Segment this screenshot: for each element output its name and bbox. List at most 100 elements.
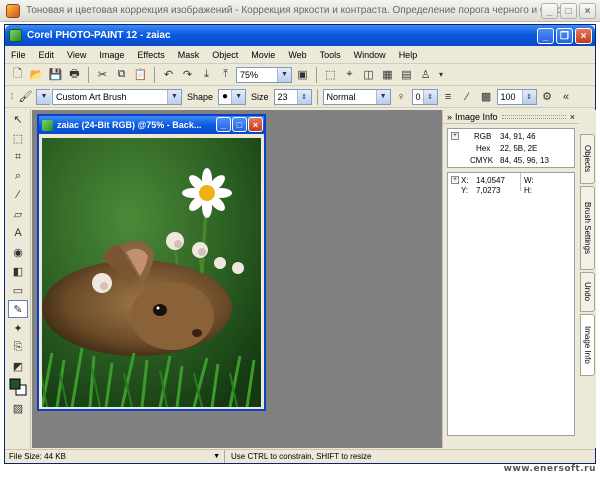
app-window-controls: _ ❐ × — [537, 28, 592, 44]
brush-preset-icon[interactable]: 🖌 — [17, 88, 34, 105]
menu-effects[interactable]: Effects — [137, 50, 164, 60]
x-value: 14,0547 — [476, 176, 505, 185]
grid-icon[interactable]: ▦ — [379, 66, 396, 83]
menu-mask[interactable]: Mask — [178, 50, 200, 60]
toolbox: ↖ ⬚ ⌗ ⌕ ⁄ ▱ A ◉ ◧ ▭ ✎ ✦ ⎘ ◩ ▨ — [5, 109, 31, 449]
chevron-down-icon[interactable]: ▼ — [231, 89, 246, 104]
y-label: Y: — [461, 186, 469, 195]
docker-toggle-icon[interactable]: « — [558, 88, 575, 105]
divider — [520, 173, 521, 191]
maximize-icon[interactable]: □ — [560, 3, 577, 19]
zoom-combo[interactable]: 75% ▼ — [236, 66, 292, 83]
eraser-tool-icon[interactable]: ▱ — [8, 205, 28, 223]
paint-tool-icon[interactable]: ✎ — [8, 300, 28, 318]
app-restore-icon[interactable]: ❐ — [556, 28, 573, 44]
tab-image-info[interactable]: Image Info — [580, 314, 595, 376]
app-close-icon[interactable]: × — [575, 28, 592, 44]
separator — [154, 66, 155, 83]
stroke-attributes-icon[interactable]: ≡ — [440, 88, 457, 105]
menu-movie[interactable]: Movie — [251, 50, 275, 60]
menu-window[interactable]: Window — [354, 50, 386, 60]
undo-icon[interactable]: ↶ — [160, 66, 177, 83]
open-icon[interactable]: 📂 — [28, 66, 45, 83]
menu-tools[interactable]: Tools — [320, 50, 341, 60]
clone-tool-icon[interactable]: ⎘ — [8, 338, 28, 356]
stepper-icon[interactable]: ⇕ — [422, 89, 437, 104]
print-icon[interactable]: 🖶 — [66, 66, 83, 83]
pick-tool-icon[interactable]: ↖ — [8, 110, 28, 128]
chevron-down-icon[interactable]: ▼ — [375, 89, 390, 104]
document-minimize-icon[interactable]: _ — [216, 117, 231, 132]
save-icon[interactable]: 💾 — [47, 66, 64, 83]
rgb-value: 34, 91, 46 — [500, 132, 536, 141]
toolbar-more-icon[interactable]: ▾ — [436, 66, 446, 83]
y-value: 7,0273 — [476, 186, 501, 195]
rulers-icon[interactable]: ▤ — [398, 66, 415, 83]
menu-object[interactable]: Object — [212, 50, 238, 60]
docker-close-icon[interactable]: × — [570, 112, 575, 122]
units-icon[interactable]: + — [451, 176, 459, 184]
color-swatches-icon[interactable] — [8, 376, 28, 398]
interactive-fill-tool-icon[interactable]: ◩ — [8, 357, 28, 375]
export-icon[interactable]: ⤒ — [217, 66, 234, 83]
red-eye-tool-icon[interactable]: ◉ — [8, 243, 28, 261]
document-title-bar[interactable]: zaiac (24-Bit RGB) @75% - Back... _ □ × — [39, 116, 264, 134]
eyedropper-tool-icon[interactable]: ⁄ — [8, 186, 28, 204]
crop-tool-icon[interactable]: ⌗ — [8, 148, 28, 166]
stepper-icon[interactable]: ⇕ — [521, 89, 536, 104]
rabbit-photo[interactable] — [42, 138, 261, 407]
zoom-tool-icon[interactable]: ⌕ — [8, 167, 28, 185]
size-input[interactable]: 23 ⇕ — [273, 88, 312, 105]
property-bar: ⁞ 🖌 ▼ Custom Art Brush ▼ Shape ● ▼ Size … — [5, 86, 595, 108]
stepper-icon[interactable]: ⇕ — [296, 89, 311, 104]
mask-overlay-icon[interactable]: ◫ — [360, 66, 377, 83]
status-dropdown-icon[interactable]: ▼ — [213, 453, 220, 460]
tab-brush-settings[interactable]: Brush Settings — [580, 186, 595, 270]
rectangle-tool-icon[interactable]: ▭ — [8, 281, 28, 299]
copy-icon[interactable]: ⧉ — [113, 66, 130, 83]
docker-pin-icon[interactable]: » — [447, 112, 452, 122]
zoom-fit-icon[interactable]: ▣ — [294, 66, 311, 83]
brush-preset-dropdown[interactable]: ▼ — [36, 88, 51, 105]
color-mode-icon[interactable]: + — [451, 132, 459, 140]
effect-tool-icon[interactable]: ✦ — [8, 319, 28, 337]
object-picker-icon[interactable]: ⌖ — [341, 66, 358, 83]
application-launcher-icon[interactable]: ♙ — [417, 66, 434, 83]
close-icon[interactable]: × — [579, 3, 596, 19]
chevron-down-icon[interactable]: ▼ — [277, 67, 291, 82]
docker-header[interactable]: » Image Info × — [443, 110, 579, 124]
paste-icon[interactable]: 📋 — [132, 66, 149, 83]
opacity-input[interactable]: 100 ⇕ — [496, 88, 537, 105]
redo-icon[interactable]: ↷ — [179, 66, 196, 83]
tab-objects[interactable]: Objects — [580, 134, 595, 184]
document-maximize-icon[interactable]: □ — [232, 117, 247, 132]
chevron-down-icon[interactable]: ▼ — [167, 89, 181, 104]
tab-undo[interactable]: Undo — [580, 272, 595, 312]
import-icon[interactable]: ⤓ — [198, 66, 215, 83]
fill-tool-icon[interactable]: ◧ — [8, 262, 28, 280]
menu-edit[interactable]: Edit — [39, 50, 55, 60]
merge-mode-combo[interactable]: Normal ▼ — [322, 88, 391, 105]
cut-icon[interactable]: ✂ — [94, 66, 111, 83]
app-minimize-icon[interactable]: _ — [537, 28, 554, 44]
document-close-icon[interactable]: × — [248, 117, 263, 132]
watermark: www.enersoft.ru — [503, 464, 596, 474]
chevron-down-icon[interactable]: ▼ — [37, 89, 51, 104]
menu-image[interactable]: Image — [99, 50, 124, 60]
text-tool-icon[interactable]: A — [8, 224, 28, 242]
mask-marquee-icon[interactable]: ⬚ — [322, 66, 339, 83]
minimize-icon[interactable]: _ — [541, 3, 558, 19]
menu-view[interactable]: View — [67, 50, 86, 60]
menu-file[interactable]: File — [11, 50, 26, 60]
round-shape-icon: ● — [222, 91, 229, 102]
anti-alias-icon[interactable]: ⁄ — [459, 88, 476, 105]
menu-web[interactable]: Web — [288, 50, 306, 60]
new-file-icon[interactable]: 🗋 — [9, 66, 26, 83]
shape-combo[interactable]: ● ▼ — [218, 88, 247, 105]
menu-help[interactable]: Help — [399, 50, 418, 60]
transparency-input[interactable]: 0 ⇕ — [411, 88, 438, 105]
mask-mode-icon[interactable]: ▨ — [8, 399, 28, 417]
rectangle-mask-tool-icon[interactable]: ⬚ — [8, 129, 28, 147]
brush-type-combo[interactable]: Custom Art Brush ▼ — [52, 88, 182, 105]
brush-settings-icon[interactable]: ⚙ — [539, 88, 556, 105]
